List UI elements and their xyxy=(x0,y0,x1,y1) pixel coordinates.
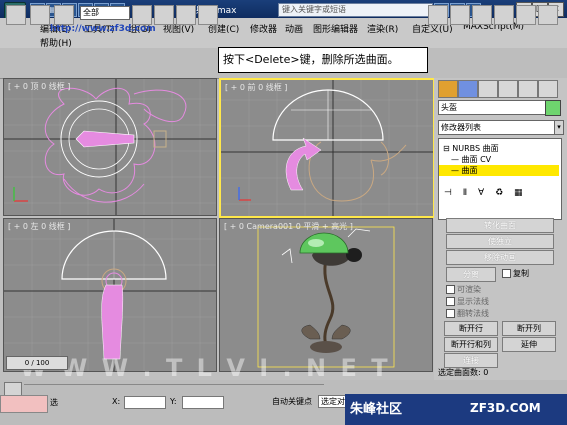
stack-item-surface[interactable]: — 曲面 xyxy=(439,165,559,176)
flip-normals-checkbox[interactable]: 翻转法线 xyxy=(446,308,489,319)
configure-icon[interactable]: ▦ xyxy=(514,188,523,198)
detach-button[interactable]: 分离 xyxy=(446,267,496,282)
y-coord-label: Y: xyxy=(170,397,177,406)
break-row-col-button[interactable]: 断开行和列 xyxy=(444,337,498,352)
select-by-name-icon[interactable] xyxy=(154,5,174,25)
selected-count-text: 选定曲面数: 0 xyxy=(438,368,489,377)
display-normals-label: 显示法线 xyxy=(457,297,489,306)
selection-lock-icon[interactable]: 选 xyxy=(50,397,62,409)
curve-editor-icon[interactable] xyxy=(472,5,492,25)
top-view-drawing xyxy=(4,79,216,215)
display-normals-checkbox[interactable]: 显示法线 xyxy=(446,296,489,307)
search-input[interactable]: 键入关键字或短语 xyxy=(278,3,433,17)
instruction-callout: 按下<Delete>键，删除所选曲面。 xyxy=(218,47,428,73)
rect-selection-icon[interactable] xyxy=(176,5,196,25)
stack-item-surface-cv[interactable]: — 曲面 CV xyxy=(451,154,491,165)
make-unique-icon[interactable]: ∀ xyxy=(478,188,484,198)
modifier-stack: ⊟ NURBS 曲面 — 曲面 CV — 曲面 xyxy=(438,138,562,220)
viewport-label-top[interactable]: [ + 0 顶 0 线框 ] xyxy=(8,81,70,92)
y-coord-field[interactable] xyxy=(182,396,224,409)
autokey-button[interactable]: 自动关键点 xyxy=(272,396,312,407)
object-name-field[interactable]: 头盔 xyxy=(438,100,546,115)
stack-tools: ⊣ Ⅱ ∀ ♻ ▦ xyxy=(438,188,560,200)
menu-graph-editors[interactable]: 图形编辑器 xyxy=(313,22,358,35)
renderable-label: 可渲染 xyxy=(457,285,481,294)
break-col-button[interactable]: 断开列 xyxy=(502,321,556,336)
time-slider[interactable]: 0 / 100 xyxy=(6,356,68,370)
camera-view-drawing xyxy=(257,226,395,368)
selection-filter-dropdown[interactable]: 全部 xyxy=(80,6,130,20)
chevron-down-icon[interactable]: ▾ xyxy=(554,120,564,135)
layer-manager-icon[interactable] xyxy=(450,5,470,25)
maxscript-mini-listener[interactable] xyxy=(0,395,48,413)
remove-animation-button[interactable]: 移除动画 xyxy=(446,250,554,265)
watermark: W W W . T L V I . N E T xyxy=(20,354,391,382)
break-row-button[interactable]: 断开行 xyxy=(444,321,498,336)
menu-modifiers[interactable]: 修改器 xyxy=(250,22,277,35)
modifier-list-dropdown[interactable]: 修改器列表 xyxy=(438,120,558,135)
material-editor-icon[interactable] xyxy=(494,5,514,25)
join-button[interactable]: 连接 xyxy=(444,353,498,368)
viewport-top[interactable]: [ + 0 顶 0 线框 ] xyxy=(3,78,217,216)
menu-animation[interactable]: 动画 xyxy=(285,22,303,35)
extend-button[interactable]: 延伸 xyxy=(502,337,556,352)
create-tab-icon[interactable] xyxy=(438,80,458,98)
remove-modifier-icon[interactable]: ♻ xyxy=(495,188,503,198)
window-crossing-icon[interactable] xyxy=(198,5,218,25)
pin-stack-icon[interactable]: ⊣ xyxy=(444,188,452,198)
renderable-checkbox[interactable]: 可渲染 xyxy=(446,284,481,295)
left-view-drawing xyxy=(4,219,216,371)
show-end-result-icon[interactable]: Ⅱ xyxy=(463,188,467,198)
track-bar[interactable] xyxy=(24,384,324,395)
command-panel: 头盔 修改器列表 ▾ ⊟ NURBS 曲面 — 曲面 CV — 曲面 ⊣ Ⅱ ∀… xyxy=(434,78,567,380)
utilities-tab-icon[interactable] xyxy=(538,80,558,98)
menu-rendering[interactable]: 渲染(R) xyxy=(367,22,398,35)
align-icon[interactable] xyxy=(428,5,448,25)
front-view-drawing xyxy=(221,80,433,216)
site-url: http://www.zf3d.com xyxy=(50,24,156,34)
hierarchy-tab-icon[interactable] xyxy=(478,80,498,98)
select-link-icon[interactable] xyxy=(6,5,26,25)
bind-space-warp-icon[interactable] xyxy=(54,5,74,25)
render-icon[interactable] xyxy=(538,5,558,25)
unlink-icon[interactable] xyxy=(30,5,50,25)
object-color-swatch[interactable] xyxy=(545,100,561,116)
viewport-label-front[interactable]: [ + 0 前 0 线框 ] xyxy=(225,82,287,93)
make-independent-button[interactable]: 使独立 xyxy=(446,234,554,249)
motion-tab-icon[interactable] xyxy=(498,80,518,98)
viewport-camera[interactable]: [ + 0 Camera001 0 平滑 + 高光 ] xyxy=(219,218,433,372)
flip-normals-label: 翻转法线 xyxy=(457,309,489,318)
modify-tab-icon[interactable] xyxy=(458,80,478,98)
brand-domain: ZF3D.COM xyxy=(470,401,541,415)
render-setup-icon[interactable] xyxy=(516,5,536,25)
copy-label: 复制 xyxy=(513,269,529,278)
x-coord-field[interactable] xyxy=(124,396,166,409)
convert-surface-button[interactable]: 转化曲面 xyxy=(446,218,554,233)
x-coord-label: X: xyxy=(112,397,121,406)
viewport-front[interactable]: [ + 0 前 0 线框 ] xyxy=(219,78,435,218)
viewport-label-camera[interactable]: [ + 0 Camera001 0 平滑 + 高光 ] xyxy=(224,221,353,232)
viewport-label-left[interactable]: [ + 0 左 0 线框 ] xyxy=(8,221,70,232)
copy-checkbox[interactable]: 复制 xyxy=(502,268,529,279)
select-object-icon[interactable] xyxy=(132,5,152,25)
stack-item-nurbs-surface[interactable]: ⊟ NURBS 曲面 xyxy=(443,143,499,154)
brand-logo-text: 朱峰社区 xyxy=(350,402,403,417)
display-tab-icon[interactable] xyxy=(518,80,538,98)
viewport-left[interactable]: [ + 0 左 0 线框 ] xyxy=(3,218,217,372)
